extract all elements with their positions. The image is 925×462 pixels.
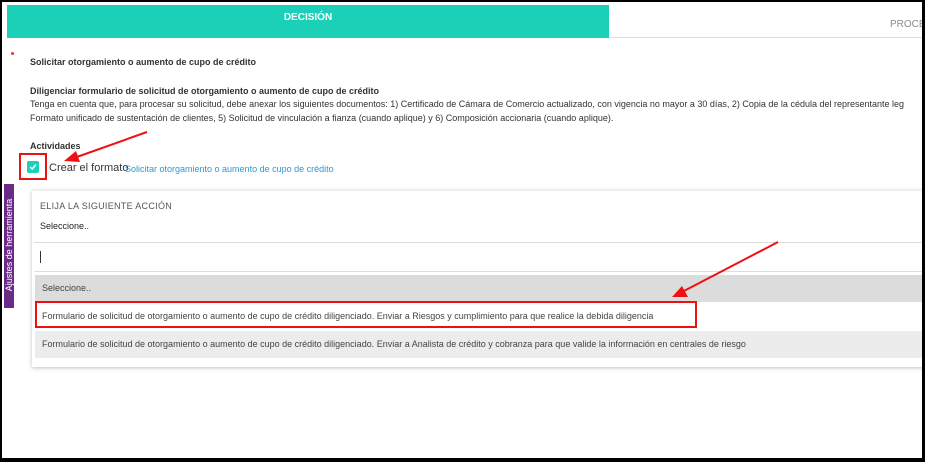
screen-frame: DECISIÓN PROCE Solicitar otorgamiento o … — [2, 2, 922, 458]
arrow-to-checkbox-icon — [64, 131, 148, 162]
annotation-arrows — [64, 131, 779, 297]
arrow-to-option-icon — [672, 241, 779, 297]
